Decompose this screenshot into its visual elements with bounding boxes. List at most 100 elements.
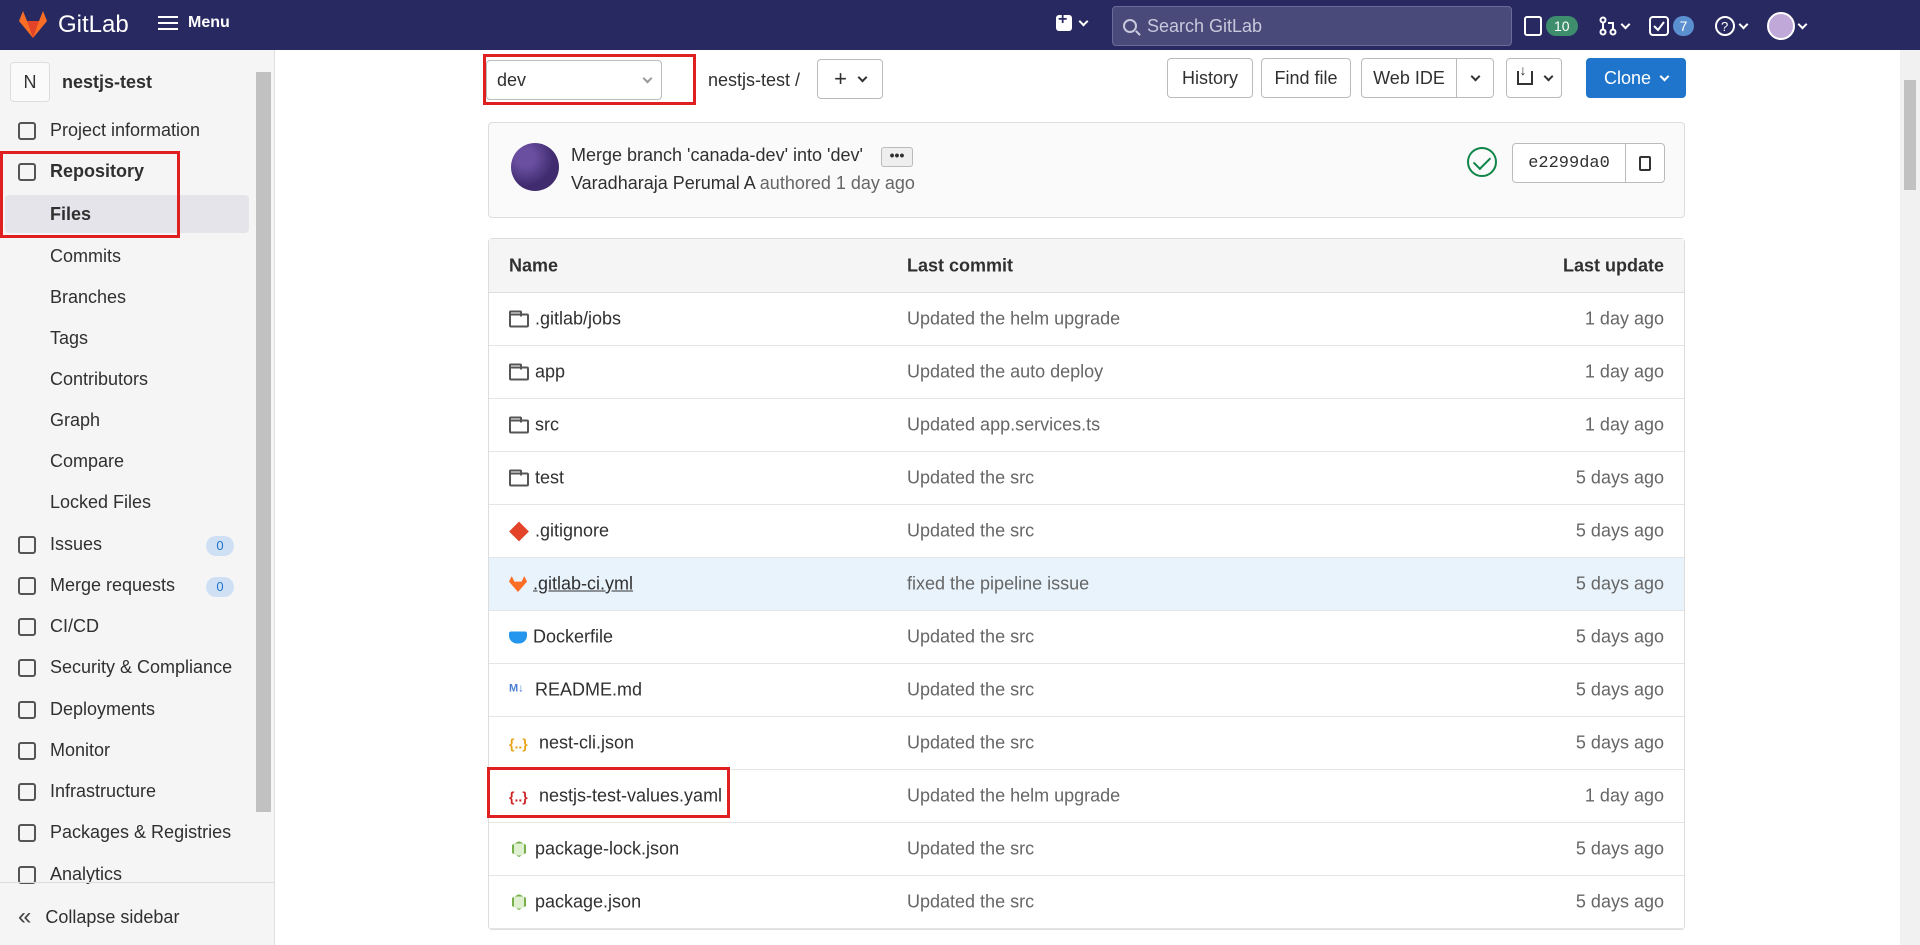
issues-icon — [18, 535, 36, 554]
help-icon: ? — [1715, 16, 1736, 36]
merge-requests-nav-button[interactable] — [1598, 16, 1631, 36]
json-icon: {..} — [509, 735, 528, 751]
brand-text: GitLab — [58, 11, 129, 38]
file-updated: 1 day ago — [1584, 308, 1664, 329]
table-row[interactable]: package-lock.json Updated the src 5 days… — [489, 823, 1684, 876]
table-row[interactable]: Dockerfile Updated the src 5 days ago — [489, 611, 1684, 664]
file-name[interactable]: package.json — [535, 892, 641, 913]
new-dropdown[interactable] — [1056, 11, 1089, 31]
sidebar-subitem-locked-files[interactable]: Locked Files — [50, 492, 151, 513]
file-name[interactable]: nest-cli.json — [539, 733, 634, 754]
file-commit-message[interactable]: Updated the helm upgrade — [907, 309, 1120, 330]
file-name[interactable]: app — [535, 362, 565, 383]
issues-icon — [1524, 16, 1542, 36]
file-commit-message[interactable]: Updated the helm upgrade — [907, 786, 1120, 807]
sidebar-item-security[interactable]: Security & Compliance — [18, 657, 232, 678]
sidebar-subitem-contributors[interactable]: Contributors — [50, 369, 148, 390]
file-name[interactable]: README.md — [535, 680, 642, 701]
sidebar-subitem-branches[interactable]: Branches — [50, 287, 126, 308]
sidebar-subitem-graph[interactable]: Graph — [50, 410, 100, 431]
download-dropdown[interactable] — [1506, 58, 1562, 98]
chevron-down-icon — [857, 72, 868, 82]
sidebar-item-cicd[interactable]: CI/CD — [18, 616, 99, 637]
file-commit-message[interactable]: fixed the pipeline issue — [907, 574, 1089, 595]
sidebar-item-packages[interactable]: Packages & Registries — [18, 822, 231, 843]
sidebar-item-issues[interactable]: Issues — [18, 534, 102, 555]
sidebar-subitem-tags[interactable]: Tags — [50, 328, 88, 349]
file-name[interactable]: package-lock.json — [535, 839, 679, 860]
sidebar-project-link[interactable]: N nestjs-test — [10, 62, 152, 102]
package-icon — [18, 823, 36, 842]
file-updated: 5 days ago — [1575, 679, 1664, 700]
sidebar-subitem-compare[interactable]: Compare — [50, 451, 124, 472]
commit-title[interactable]: Merge branch 'canada-dev' into 'dev' — [571, 145, 863, 166]
sidebar-item-deployments[interactable]: Deployments — [18, 699, 155, 720]
project-name: nestjs-test — [62, 71, 153, 92]
sidebar-item-monitor[interactable]: Monitor — [18, 740, 110, 761]
sidebar-item-project-information[interactable]: Project information — [18, 120, 200, 141]
sidebar-item-label: Project information — [50, 120, 201, 140]
deployments-icon — [18, 700, 36, 719]
file-name[interactable]: .gitlab/jobs — [535, 309, 621, 330]
sidebar-subitem-commits[interactable]: Commits — [50, 246, 121, 267]
collapse-sidebar-button[interactable]: « Collapse sidebar — [18, 903, 179, 931]
chevron-down-icon — [1738, 19, 1749, 29]
table-row[interactable]: .gitignore Updated the src 5 days ago — [489, 505, 1684, 558]
issues-nav-button[interactable]: 10 — [1524, 16, 1578, 36]
file-name[interactable]: test — [535, 468, 564, 489]
author-avatar[interactable] — [511, 143, 559, 191]
help-dropdown[interactable]: ? — [1714, 15, 1749, 37]
file-commit-message[interactable]: Updated the src — [907, 892, 1034, 913]
file-updated: 1 day ago — [1584, 414, 1664, 435]
project-avatar: N — [10, 62, 50, 102]
search-input[interactable]: Search GitLab — [1112, 6, 1512, 46]
pipeline-passed-icon[interactable] — [1467, 147, 1497, 177]
table-row[interactable]: app Updated the auto deploy 1 day ago — [489, 346, 1684, 399]
user-menu[interactable] — [1767, 12, 1808, 40]
menu-button[interactable]: Menu — [158, 14, 230, 32]
table-row[interactable]: .gitlab-ci.yml fixed the pipeline issue … — [489, 558, 1684, 611]
page-scrollbar[interactable] — [1900, 50, 1920, 945]
file-commit-message[interactable]: Updated the auto deploy — [907, 362, 1103, 383]
merge-request-icon — [18, 576, 36, 595]
web-ide-dropdown[interactable] — [1456, 58, 1494, 98]
file-name[interactable]: .gitlab-ci.yml — [533, 574, 633, 595]
sidebar-item-merge-requests[interactable]: Merge requests — [18, 575, 175, 596]
file-name[interactable]: Dockerfile — [533, 627, 613, 648]
commit-sha-group: e2299da0 — [1512, 143, 1665, 183]
copy-sha-button[interactable] — [1626, 144, 1664, 182]
clone-button[interactable]: Clone — [1586, 58, 1686, 98]
todos-nav-button[interactable]: 7 — [1648, 16, 1695, 36]
table-row[interactable]: M↓ README.md Updated the src 5 days ago — [489, 664, 1684, 717]
file-commit-message[interactable]: Updated the src — [907, 521, 1034, 542]
commit-author[interactable]: Varadharaja Perumal A — [571, 173, 755, 193]
sidebar-scrollbar[interactable] — [256, 72, 271, 812]
expand-commit-button[interactable]: ••• — [881, 147, 913, 167]
file-commit-message[interactable]: Updated the src — [907, 468, 1034, 489]
file-commit-message[interactable]: Updated the src — [907, 680, 1034, 701]
table-row[interactable]: {..} nest-cli.json Updated the src 5 days… — [489, 717, 1684, 770]
download-icon — [1516, 62, 1533, 85]
breadcrumb[interactable]: nestjs-test / — [708, 70, 800, 91]
commit-sha[interactable]: e2299da0 — [1513, 144, 1626, 182]
sidebar-item-infrastructure[interactable]: Infrastructure — [18, 781, 156, 802]
table-row[interactable]: .gitlab/jobs Updated the helm upgrade 1 … — [489, 293, 1684, 346]
file-commit-message[interactable]: Updated the src — [907, 839, 1034, 860]
add-to-tree-dropdown[interactable]: + — [817, 59, 883, 99]
history-button[interactable]: History — [1167, 58, 1253, 98]
file-name[interactable]: src — [535, 415, 559, 436]
gitlab-logo[interactable]: GitLab — [18, 11, 129, 39]
column-name: Name — [509, 255, 559, 275]
file-commit-message[interactable]: Updated app.services.ts — [907, 415, 1100, 436]
find-file-button[interactable]: Find file — [1261, 58, 1351, 98]
table-row[interactable]: test Updated the src 5 days ago — [489, 452, 1684, 505]
file-name[interactable]: .gitignore — [535, 521, 609, 542]
table-row[interactable]: src Updated app.services.ts 1 day ago — [489, 399, 1684, 452]
file-commit-message[interactable]: Updated the src — [907, 627, 1034, 648]
file-commit-message[interactable]: Updated the src — [907, 733, 1034, 754]
table-row[interactable]: package.json Updated the src 5 days ago — [489, 876, 1684, 929]
web-ide-button[interactable]: Web IDE — [1361, 58, 1457, 98]
svg-text:?: ? — [1721, 19, 1728, 34]
page-scrollbar-thumb[interactable] — [1904, 80, 1916, 190]
monitor-icon — [18, 741, 36, 760]
